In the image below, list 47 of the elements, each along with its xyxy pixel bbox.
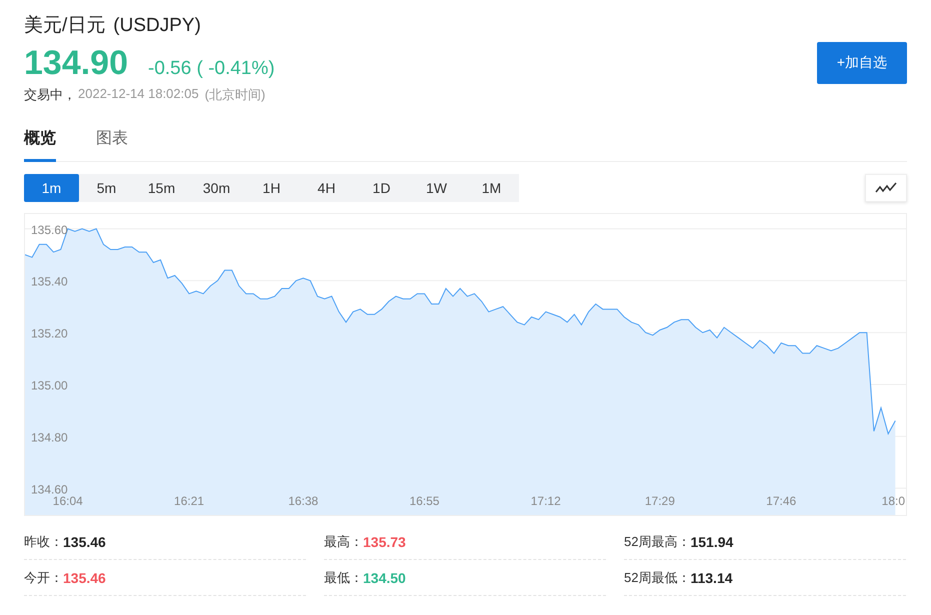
x-axis-label: 17:12 [530, 494, 561, 508]
y-axis-label: 134.80 [31, 430, 68, 444]
pair-name: 美元/日元 [24, 14, 106, 38]
range-button[interactable]: 30m [189, 174, 244, 202]
line-chart-icon [875, 182, 897, 194]
trading-status: 交易中， [24, 86, 76, 104]
timezone: (北京时间) [204, 86, 266, 104]
x-axis-label: 18:0 [882, 494, 905, 508]
x-axis-label: 16:04 [52, 494, 83, 508]
range-button[interactable]: 1W [409, 174, 464, 202]
range-button[interactable]: 1H [244, 174, 299, 202]
y-axis-label: 135.40 [31, 274, 68, 289]
stat-label: 昨收： [24, 532, 63, 550]
range-button[interactable]: 1m [24, 174, 79, 202]
stat-value: 135.46 [63, 534, 106, 550]
timestamp: 2022-12-14 18:02:05 [78, 86, 199, 103]
x-axis-label: 16:55 [409, 494, 440, 508]
y-axis-label: 135.60 [31, 222, 68, 237]
x-axis-label: 16:38 [288, 494, 318, 508]
y-axis-label: 134.60 [31, 482, 68, 496]
x-axis-label: 17:29 [644, 494, 675, 508]
tab[interactable]: 图表 [96, 128, 128, 162]
range-button[interactable]: 4H [299, 174, 354, 202]
price-change: -0.56 ( -0.41%) [148, 58, 275, 80]
range-button[interactable]: 1M [464, 174, 519, 202]
range-button[interactable]: 15m [134, 174, 189, 202]
price: 134.90 [24, 43, 128, 84]
stat-label: 今开： [24, 568, 63, 586]
stat-value: 151.94 [690, 534, 734, 550]
pair-symbol: (USDJPY) [113, 14, 201, 38]
range-button[interactable]: 1D [354, 174, 409, 202]
stat-value: 113.14 [690, 570, 733, 586]
stat-value: 135.46 [63, 570, 106, 586]
y-axis-label: 135.20 [31, 326, 68, 341]
chart-type-button[interactable] [865, 174, 907, 202]
range-button[interactable]: 5m [79, 174, 134, 202]
add-watchlist-button[interactable]: +加自选 [817, 42, 907, 84]
stat-value: 134.50 [363, 570, 406, 586]
tab[interactable]: 概览 [24, 128, 56, 162]
x-axis-label: 16:21 [174, 494, 204, 508]
stat-label: 最高： [324, 532, 363, 550]
stat-value: 135.73 [363, 534, 406, 550]
x-axis-label: 17:46 [766, 494, 796, 508]
stat-label: 52周最高： [624, 532, 690, 550]
stat-label: 52周最低： [624, 568, 690, 586]
stat-label: 最低： [324, 568, 363, 586]
y-axis-label: 135.00 [31, 378, 68, 392]
